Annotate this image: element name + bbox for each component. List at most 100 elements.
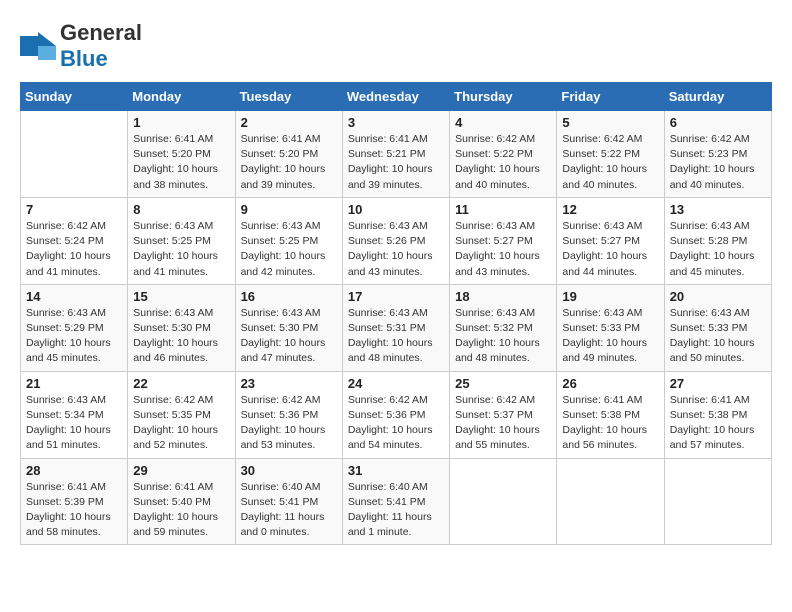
calendar-cell: 8 Sunrise: 6:43 AM Sunset: 5:25 PM Daylig… (128, 197, 235, 284)
calendar-week-2: 7Sunrise: 6:42 AM Sunset: 5:24 PM Daylig… (21, 197, 772, 284)
logo-text: GeneralBlue (60, 20, 142, 72)
day-number: 15 (133, 289, 229, 304)
calendar-week-4: 21 Sunrise: 6:43 AM Sunset: 5:34 PM Dayli… (21, 371, 772, 458)
day-number: 30 (241, 463, 337, 478)
day-info: Sunrise: 6:41 AM Sunset: 5:20 PM Dayligh… (241, 132, 337, 193)
calendar-cell: 23Sunrise: 6:42 AM Sunset: 5:36 PM Dayli… (235, 371, 342, 458)
weekday-header-sunday: Sunday (21, 83, 128, 111)
day-number: 8 (133, 202, 229, 217)
day-info: Sunrise: 6:42 AM Sunset: 5:36 PM Dayligh… (348, 393, 444, 454)
page-header: GeneralBlue (20, 20, 772, 72)
day-info: Sunrise: 6:42 AM Sunset: 5:22 PM Dayligh… (562, 132, 658, 193)
calendar-cell: 7Sunrise: 6:42 AM Sunset: 5:24 PM Daylig… (21, 197, 128, 284)
day-number: 13 (670, 202, 766, 217)
logo: GeneralBlue (20, 20, 142, 72)
calendar-cell: 15Sunrise: 6:43 AM Sunset: 5:30 PM Dayli… (128, 284, 235, 371)
logo-icon (20, 32, 56, 60)
weekday-header-thursday: Thursday (450, 83, 557, 111)
calendar-cell: 31 Sunrise: 6:40 AM Sunset: 5:41 PM Dayli… (342, 458, 449, 545)
day-number: 3 (348, 115, 444, 130)
calendar-cell: 20 Sunrise: 6:43 AM Sunset: 5:33 PM Dayli… (664, 284, 771, 371)
weekday-header-friday: Friday (557, 83, 664, 111)
calendar-cell: 26Sunrise: 6:41 AM Sunset: 5:38 PM Dayli… (557, 371, 664, 458)
day-info: Sunrise: 6:43 AM Sunset: 5:27 PM Dayligh… (562, 219, 658, 280)
calendar-cell: 21 Sunrise: 6:43 AM Sunset: 5:34 PM Dayli… (21, 371, 128, 458)
day-number: 14 (26, 289, 122, 304)
day-info: Sunrise: 6:42 AM Sunset: 5:22 PM Dayligh… (455, 132, 551, 193)
calendar-cell: 16Sunrise: 6:43 AM Sunset: 5:30 PM Dayli… (235, 284, 342, 371)
day-number: 1 (133, 115, 229, 130)
day-info: Sunrise: 6:43 AM Sunset: 5:31 PM Dayligh… (348, 306, 444, 367)
calendar-cell (664, 458, 771, 545)
day-info: Sunrise: 6:41 AM Sunset: 5:20 PM Dayligh… (133, 132, 229, 193)
day-info: Sunrise: 6:43 AM Sunset: 5:29 PM Dayligh… (26, 306, 122, 367)
weekday-header-monday: Monday (128, 83, 235, 111)
calendar-week-5: 28 Sunrise: 6:41 AM Sunset: 5:39 PM Dayli… (21, 458, 772, 545)
calendar-cell: 27 Sunrise: 6:41 AM Sunset: 5:38 PM Dayli… (664, 371, 771, 458)
calendar-cell: 2Sunrise: 6:41 AM Sunset: 5:20 PM Daylig… (235, 111, 342, 198)
day-number: 5 (562, 115, 658, 130)
day-number: 27 (670, 376, 766, 391)
day-number: 25 (455, 376, 551, 391)
day-info: Sunrise: 6:42 AM Sunset: 5:35 PM Dayligh… (133, 393, 229, 454)
day-number: 12 (562, 202, 658, 217)
day-number: 9 (241, 202, 337, 217)
day-number: 21 (26, 376, 122, 391)
day-info: Sunrise: 6:40 AM Sunset: 5:41 PM Dayligh… (348, 480, 444, 541)
calendar-week-1: 1 Sunrise: 6:41 AM Sunset: 5:20 PM Daylig… (21, 111, 772, 198)
calendar-week-3: 14 Sunrise: 6:43 AM Sunset: 5:29 PM Dayli… (21, 284, 772, 371)
day-number: 4 (455, 115, 551, 130)
day-number: 16 (241, 289, 337, 304)
calendar-cell: 10Sunrise: 6:43 AM Sunset: 5:26 PM Dayli… (342, 197, 449, 284)
day-info: Sunrise: 6:41 AM Sunset: 5:38 PM Dayligh… (670, 393, 766, 454)
day-info: Sunrise: 6:43 AM Sunset: 5:33 PM Dayligh… (670, 306, 766, 367)
day-info: Sunrise: 6:42 AM Sunset: 5:37 PM Dayligh… (455, 393, 551, 454)
calendar-cell: 6 Sunrise: 6:42 AM Sunset: 5:23 PM Daylig… (664, 111, 771, 198)
day-number: 22 (133, 376, 229, 391)
calendar-cell: 4 Sunrise: 6:42 AM Sunset: 5:22 PM Daylig… (450, 111, 557, 198)
day-number: 6 (670, 115, 766, 130)
calendar-cell: 18Sunrise: 6:43 AM Sunset: 5:32 PM Dayli… (450, 284, 557, 371)
weekday-header-tuesday: Tuesday (235, 83, 342, 111)
day-info: Sunrise: 6:41 AM Sunset: 5:40 PM Dayligh… (133, 480, 229, 541)
day-info: Sunrise: 6:43 AM Sunset: 5:28 PM Dayligh… (670, 219, 766, 280)
day-info: Sunrise: 6:43 AM Sunset: 5:25 PM Dayligh… (241, 219, 337, 280)
calendar-cell: 29 Sunrise: 6:41 AM Sunset: 5:40 PM Dayli… (128, 458, 235, 545)
weekday-header-saturday: Saturday (664, 83, 771, 111)
calendar-cell: 17 Sunrise: 6:43 AM Sunset: 5:31 PM Dayli… (342, 284, 449, 371)
day-info: Sunrise: 6:43 AM Sunset: 5:32 PM Dayligh… (455, 306, 551, 367)
calendar-cell: 12 Sunrise: 6:43 AM Sunset: 5:27 PM Dayli… (557, 197, 664, 284)
calendar-cell: 13 Sunrise: 6:43 AM Sunset: 5:28 PM Dayli… (664, 197, 771, 284)
calendar-cell (21, 111, 128, 198)
day-number: 20 (670, 289, 766, 304)
day-number: 10 (348, 202, 444, 217)
calendar-cell: 28 Sunrise: 6:41 AM Sunset: 5:39 PM Dayli… (21, 458, 128, 545)
calendar-cell: 3 Sunrise: 6:41 AM Sunset: 5:21 PM Daylig… (342, 111, 449, 198)
calendar-cell: 30 Sunrise: 6:40 AM Sunset: 5:41 PM Dayli… (235, 458, 342, 545)
day-number: 17 (348, 289, 444, 304)
calendar-cell: 14 Sunrise: 6:43 AM Sunset: 5:29 PM Dayli… (21, 284, 128, 371)
day-info: Sunrise: 6:41 AM Sunset: 5:21 PM Dayligh… (348, 132, 444, 193)
calendar-cell: 22 Sunrise: 6:42 AM Sunset: 5:35 PM Dayli… (128, 371, 235, 458)
calendar-cell (450, 458, 557, 545)
day-number: 19 (562, 289, 658, 304)
calendar-cell: 24 Sunrise: 6:42 AM Sunset: 5:36 PM Dayli… (342, 371, 449, 458)
day-info: Sunrise: 6:41 AM Sunset: 5:39 PM Dayligh… (26, 480, 122, 541)
day-number: 29 (133, 463, 229, 478)
day-number: 7 (26, 202, 122, 217)
day-info: Sunrise: 6:43 AM Sunset: 5:27 PM Dayligh… (455, 219, 551, 280)
day-number: 31 (348, 463, 444, 478)
day-info: Sunrise: 6:41 AM Sunset: 5:38 PM Dayligh… (562, 393, 658, 454)
day-number: 24 (348, 376, 444, 391)
calendar-cell (557, 458, 664, 545)
day-info: Sunrise: 6:42 AM Sunset: 5:36 PM Dayligh… (241, 393, 337, 454)
calendar-cell: 19 Sunrise: 6:43 AM Sunset: 5:33 PM Dayli… (557, 284, 664, 371)
day-number: 11 (455, 202, 551, 217)
day-info: Sunrise: 6:43 AM Sunset: 5:25 PM Dayligh… (133, 219, 229, 280)
day-info: Sunrise: 6:43 AM Sunset: 5:34 PM Dayligh… (26, 393, 122, 454)
day-info: Sunrise: 6:40 AM Sunset: 5:41 PM Dayligh… (241, 480, 337, 541)
day-info: Sunrise: 6:42 AM Sunset: 5:23 PM Dayligh… (670, 132, 766, 193)
calendar-cell: 9 Sunrise: 6:43 AM Sunset: 5:25 PM Daylig… (235, 197, 342, 284)
day-number: 28 (26, 463, 122, 478)
day-info: Sunrise: 6:43 AM Sunset: 5:33 PM Dayligh… (562, 306, 658, 367)
